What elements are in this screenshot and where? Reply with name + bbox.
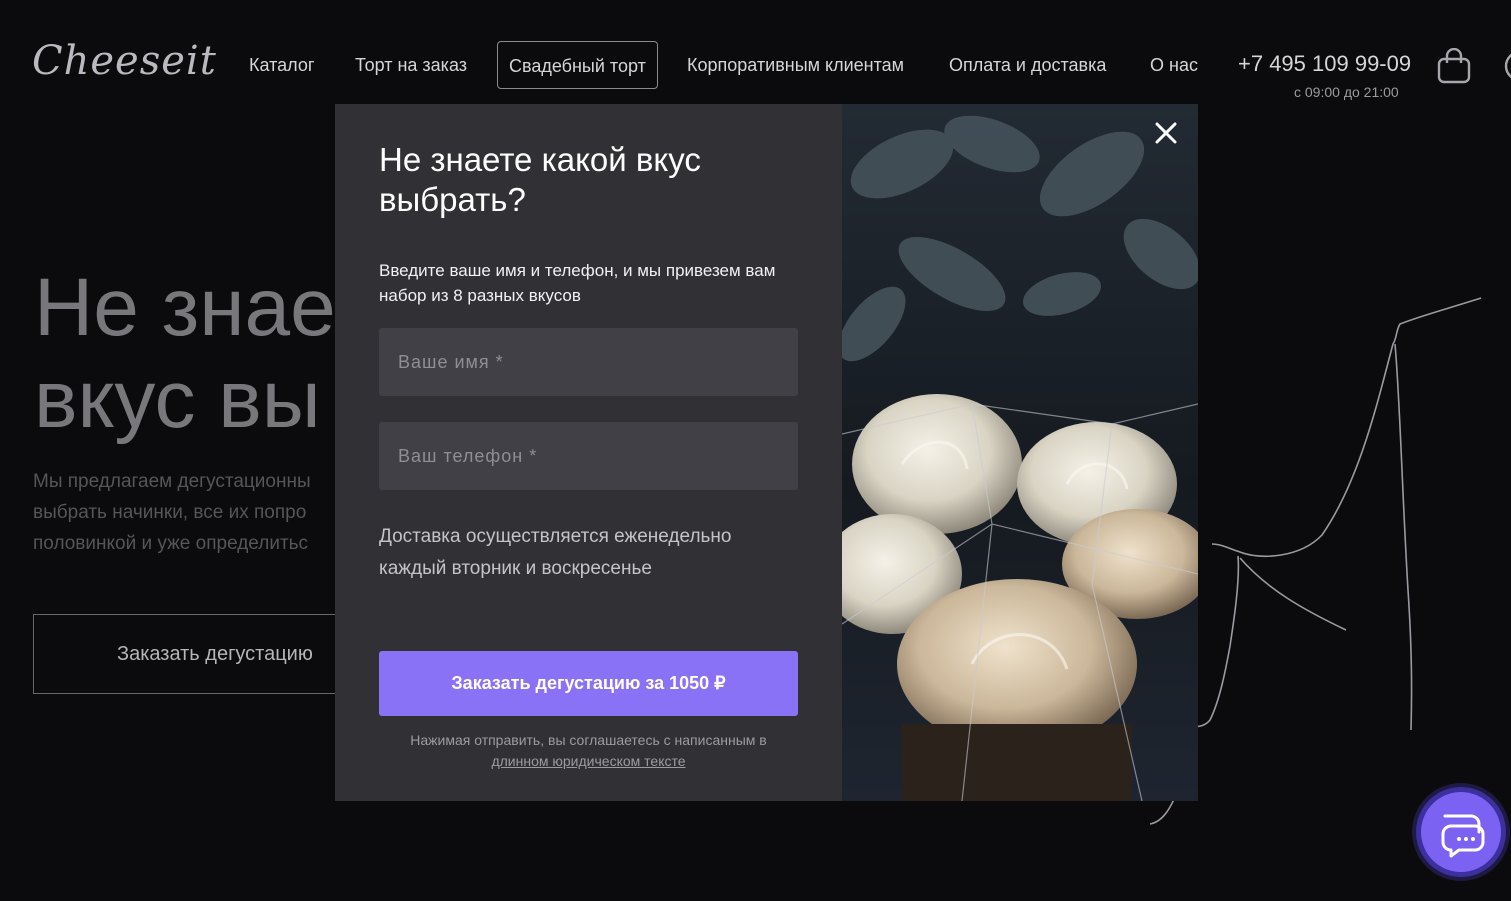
- modal-title: Не знаете какой вкус выбрать?: [379, 141, 701, 218]
- chat-icon[interactable]: [1502, 48, 1511, 84]
- modal-form-panel: Не знаете какой вкус выбрать? Введите ва…: [335, 104, 842, 801]
- close-icon[interactable]: [1151, 118, 1181, 148]
- nav-about[interactable]: О нас: [1150, 55, 1198, 76]
- hero-description: Мы предлагаем дегустационны выбрать начи…: [33, 471, 311, 554]
- order-tasting-button[interactable]: Заказать дегустацию: [33, 614, 363, 694]
- legal-notice: Нажимая отправить, вы соглашаетесь с нап…: [410, 732, 767, 769]
- logo[interactable]: Cheeseit: [32, 38, 217, 84]
- modal-description: Введите ваше имя и телефон, и мы привезе…: [379, 261, 776, 305]
- working-hours: с 09:00 до 21:00: [1294, 84, 1399, 100]
- phone-number[interactable]: +7 495 109 99-09: [1238, 51, 1411, 77]
- name-input[interactable]: [379, 328, 798, 396]
- submit-tasting-button[interactable]: Заказать дегустацию за 1050 ₽: [379, 651, 798, 716]
- hero-title: Не знае вкус вы: [34, 262, 336, 445]
- chat-widget-button[interactable]: [1421, 792, 1501, 872]
- shopping-bag-icon[interactable]: [1436, 48, 1472, 84]
- cupcakes-photo: [842, 104, 1198, 801]
- site-header: Cheeseit Каталог Торт на заказ Свадебный…: [0, 0, 1511, 110]
- decorative-line-art: [1150, 297, 1482, 825]
- legal-link[interactable]: длинном юридическом тексте: [491, 753, 685, 769]
- nav-catalog[interactable]: Каталог: [249, 55, 314, 76]
- nav-wedding-cake[interactable]: Свадебный торт: [497, 41, 658, 89]
- tasting-modal: Не знаете какой вкус выбрать? Введите ва…: [335, 104, 1198, 801]
- phone-input[interactable]: [379, 422, 798, 490]
- chat-bubbles-icon: [1441, 814, 1485, 858]
- nav-payment-delivery[interactable]: Оплата и доставка: [949, 55, 1106, 76]
- delivery-note: Доставка осуществляется еженедельно кажд…: [379, 526, 732, 579]
- nav-corporate[interactable]: Корпоративным клиентам: [687, 55, 904, 76]
- nav-custom-cake[interactable]: Торт на заказ: [355, 55, 467, 76]
